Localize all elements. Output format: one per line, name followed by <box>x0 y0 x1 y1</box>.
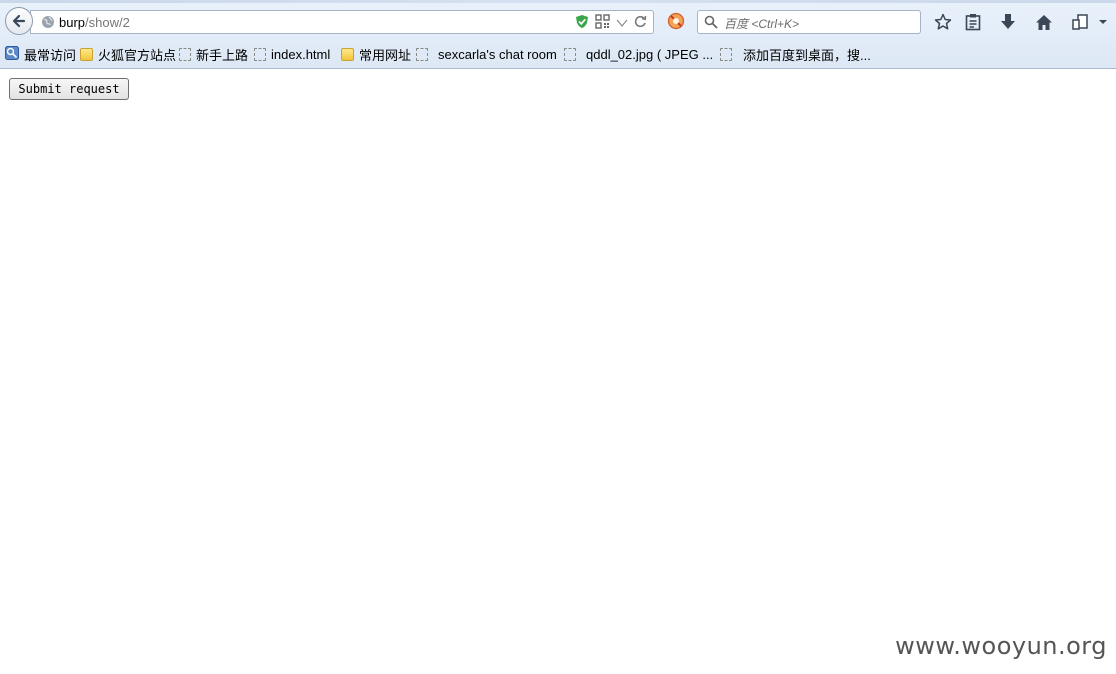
bookmark-label: 最常访问 <box>24 47 77 63</box>
folder-icon <box>341 47 354 61</box>
sync-tabs-button[interactable] <box>1069 12 1091 32</box>
page-content: Submit request www.wooyun.org <box>0 69 1116 674</box>
bookmark-item-chat-room[interactable]: sexcarla's chat room <box>416 45 557 63</box>
bookmark-label: 常用网址 <box>359 47 412 63</box>
page-icon <box>720 47 732 61</box>
reload-icon[interactable] <box>634 15 647 33</box>
back-arrow-icon <box>12 14 26 28</box>
toolbar-overflow-button[interactable] <box>1095 12 1111 32</box>
qr-code-icon[interactable] <box>595 14 610 34</box>
bookmark-label: qddl_02.jpg ( JPEG ... <box>586 46 714 62</box>
bookmark-item-firefox-sites[interactable]: 火狐官方站点 <box>80 45 176 63</box>
bookmark-item-qddl-jpg[interactable]: qddl_02.jpg ( JPEG ... <box>564 45 713 63</box>
search-placeholder: 百度 <Ctrl+K> <box>724 17 800 31</box>
back-button[interactable] <box>5 7 33 35</box>
star-icon <box>934 13 952 30</box>
bookmark-label: 添加百度到桌面，搜... <box>743 47 871 63</box>
dropdown-arrow-icon[interactable] <box>616 15 628 33</box>
folder-icon <box>80 47 93 61</box>
addon-blocked-icon[interactable] <box>667 12 685 35</box>
bookmark-label: sexcarla's chat room <box>438 46 557 62</box>
browser-chrome: burp/show/2 百度 <Ctrl+K> 最常访问 火狐官方站点 新手上路… <box>0 0 1116 69</box>
home-button[interactable] <box>1033 12 1055 32</box>
shield-check-icon[interactable] <box>575 14 589 34</box>
bookmark-label: index.html <box>271 46 331 62</box>
bookmark-item-common-sites[interactable]: 常用网址 <box>341 45 411 63</box>
navigation-toolbar: burp/show/2 百度 <Ctrl+K> <box>0 6 1116 38</box>
bookmark-item-getting-started[interactable]: 新手上路 <box>179 45 248 63</box>
bookmark-item-add-baidu[interactable]: 添加百度到桌面，搜... <box>720 45 871 63</box>
bookmark-item-index-html[interactable]: index.html <box>254 45 330 63</box>
tab-strip <box>0 0 1116 3</box>
bookmarks-toolbar: 最常访问 火狐官方站点 新手上路 index.html 常用网址 sexcarl… <box>0 42 1116 66</box>
bookmark-label: 新手上路 <box>196 47 249 63</box>
globe-icon <box>41 15 55 34</box>
page-icon <box>254 47 266 61</box>
clipboard-icon <box>965 14 981 31</box>
page-icon <box>416 47 428 61</box>
page-icon <box>564 47 576 61</box>
search-icon <box>704 15 718 34</box>
bookmark-item-most-visited[interactable]: 最常访问 <box>5 45 76 63</box>
devices-icon <box>1072 13 1088 30</box>
submit-request-button[interactable]: Submit request <box>9 78 129 100</box>
url-path: /show/2 <box>85 15 130 30</box>
bookmark-star-button[interactable] <box>932 12 954 32</box>
chevron-down-icon <box>1099 20 1107 24</box>
downloads-button[interactable] <box>997 12 1019 32</box>
most-visited-icon <box>5 45 19 63</box>
url-host: burp <box>59 15 86 30</box>
page-icon <box>179 47 191 61</box>
bookmarks-menu-button[interactable] <box>962 12 984 32</box>
search-bar[interactable]: 百度 <Ctrl+K> <box>697 10 921 34</box>
download-arrow-icon <box>1001 14 1015 29</box>
url-bar[interactable]: burp/show/2 <box>30 10 654 34</box>
home-icon <box>1036 14 1052 30</box>
watermark-text: www.wooyun.org <box>895 632 1107 660</box>
url-text: burp/show/2 <box>59 15 130 30</box>
bookmark-label: 火狐官方站点 <box>98 47 177 63</box>
